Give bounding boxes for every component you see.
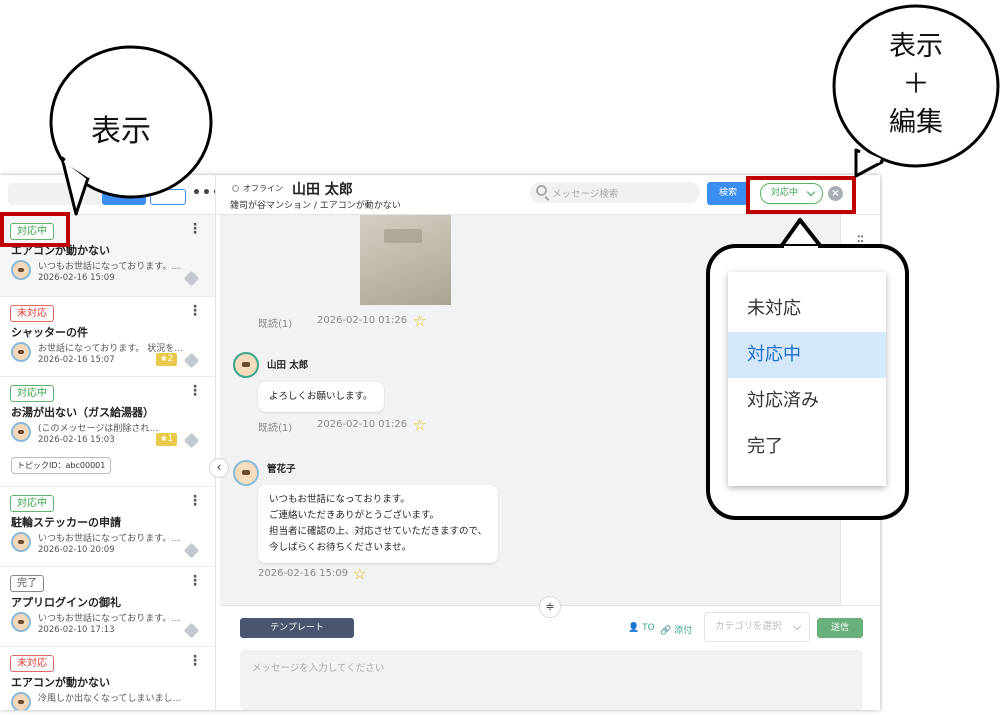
callout-tail-mask xyxy=(784,246,818,252)
resize-handle-icon[interactable]: ≑ xyxy=(539,596,561,618)
bubble-left-text: 表示 xyxy=(91,114,151,149)
status-option[interactable]: 完了 xyxy=(728,424,886,470)
bubble-right-line: 編集 xyxy=(889,107,943,138)
status-option[interactable]: 対応済み xyxy=(728,378,886,424)
status-option-selected[interactable]: 対応中 xyxy=(728,332,886,378)
bubble-right-line: ＋ xyxy=(902,69,930,100)
status-option[interactable]: 未対応 xyxy=(728,286,886,332)
status-dropdown-menu: 未対応 対応中 対応済み 完了 xyxy=(728,272,886,486)
bubble-right-text: 表示 ＋ 編集 xyxy=(870,28,962,142)
collapse-sidebar-button[interactable]: ‹ xyxy=(209,458,229,478)
bubble-right-line: 表示 xyxy=(889,31,943,62)
